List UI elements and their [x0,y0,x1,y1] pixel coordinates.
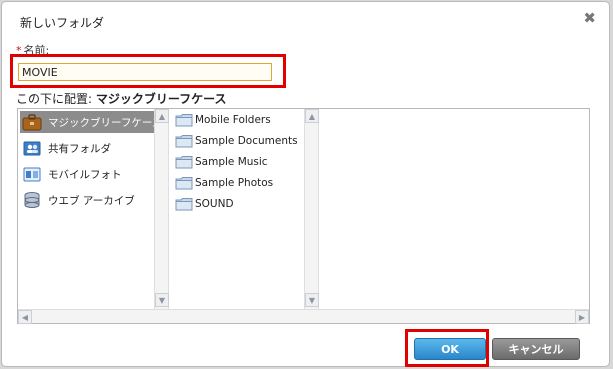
scroll-up-icon[interactable]: ▲ [155,109,169,123]
location-label: 共有フォルダ [48,142,111,155]
location-item-web-archive[interactable]: ウエブ アーカイブ [20,189,154,211]
close-icon[interactable]: ✖ [583,11,596,26]
location-item-mobile-photo[interactable]: モバイルフォト [20,163,154,185]
location-label: マジックブリーフケース [48,116,154,129]
folder-item[interactable]: Sample Photos [173,173,303,193]
folder-label: Sample Documents [195,135,298,147]
briefcase-icon [22,114,42,131]
scroll-down-icon[interactable]: ▼ [305,293,319,307]
scroll-up-icon[interactable]: ▲ [305,109,319,123]
location-item-shared[interactable]: 共有フォルダ [20,137,154,159]
destination-label: この下に配置: [16,92,93,106]
folder-list: Mobile Folders Sample Documents Sample M… [171,109,303,309]
shared-folder-icon [23,141,41,156]
folder-item[interactable]: SOUND [173,194,303,214]
location-label: モバイルフォト [48,168,122,181]
folder-icon [175,156,193,169]
location-item-briefcase[interactable]: マジックブリーフケース [20,111,154,133]
new-folder-dialog: 新しいフォルダ ✖ *名前: この下に配置: マジックブリーフケース マジックブ… [1,1,610,367]
folder-item[interactable]: Sample Documents [173,131,303,151]
folder-label: Sample Music [195,156,268,168]
folder-icon [175,198,193,211]
web-archive-icon [24,192,40,208]
folder-icon [175,177,193,190]
folder-label: Mobile Folders [195,114,271,126]
scroll-right-icon[interactable]: ▶ [575,310,589,324]
folder-name-input[interactable] [18,63,272,81]
folder-label: SOUND [195,198,234,210]
horizontal-scrollbar[interactable]: ◀ ▶ [18,309,589,324]
cancel-button[interactable]: キャンセル [492,338,580,360]
folder-list-scrollbar[interactable]: ▲ ▼ [304,109,319,309]
mobile-photo-icon [23,167,41,182]
folder-icon [175,135,193,148]
location-list: マジックブリーフケース 共有フォルダ モバイルフォト ウエブ アーカイブ [18,109,154,309]
folder-label: Sample Photos [195,177,274,189]
location-list-scrollbar[interactable]: ▲ ▼ [154,109,169,309]
ok-button[interactable]: OK [414,338,486,360]
scroll-down-icon[interactable]: ▼ [155,293,169,307]
folder-item[interactable]: Mobile Folders [173,110,303,130]
destination-value: マジックブリーフケース [95,92,227,106]
folder-browser: マジックブリーフケース 共有フォルダ モバイルフォト ウエブ アーカイブ ▲ ▼… [17,108,590,324]
folder-item[interactable]: Sample Music [173,152,303,172]
destination-line: この下に配置: マジックブリーフケース [16,90,227,107]
folder-icon [175,114,193,127]
dialog-title: 新しいフォルダ [20,16,105,30]
scroll-left-icon[interactable]: ◀ [18,310,32,324]
location-label: ウエブ アーカイブ [48,194,135,207]
